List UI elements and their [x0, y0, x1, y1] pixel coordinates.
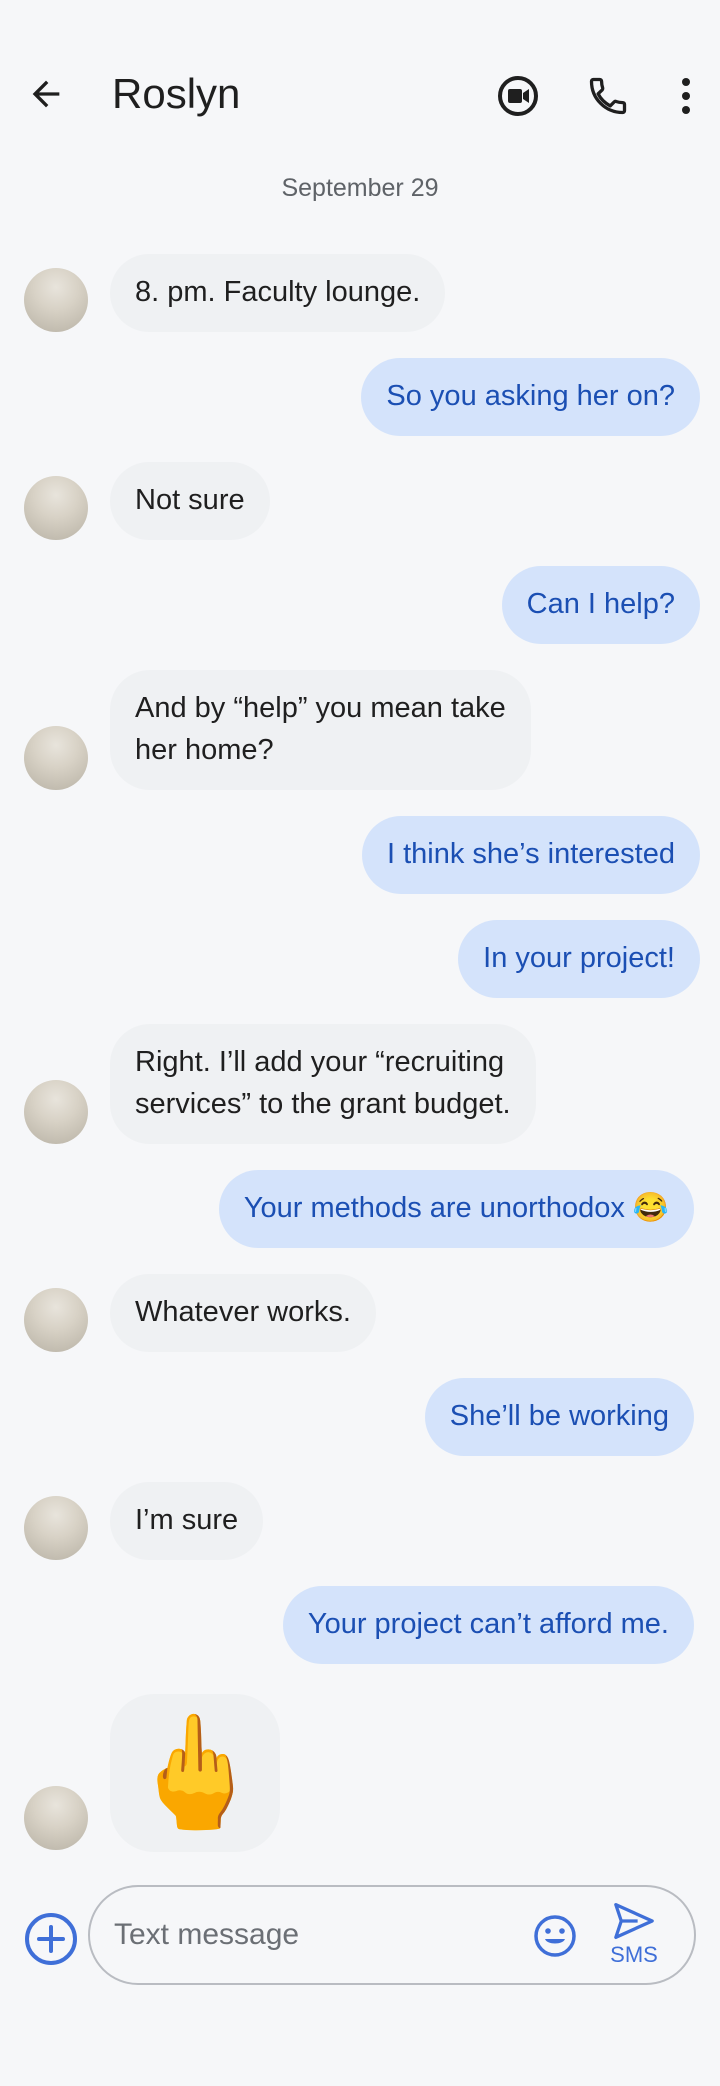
- contact-avatar[interactable]: [24, 1080, 88, 1144]
- message-input[interactable]: Text message: [114, 1915, 299, 1955]
- message-bubble-outgoing[interactable]: She’ll be working: [424, 1378, 694, 1456]
- send-button[interactable]: SMS: [604, 1901, 664, 1973]
- message-bubble-incoming[interactable]: Not sure: [110, 462, 270, 540]
- video-call-icon: [498, 76, 538, 116]
- contact-avatar[interactable]: [24, 268, 88, 332]
- contact-avatar[interactable]: [24, 1786, 88, 1850]
- message-line: And by “help” you mean take: [135, 692, 506, 724]
- emoji-button[interactable]: [532, 1913, 578, 1959]
- message-bubble-outgoing[interactable]: Your methods are unorthodox 😂: [218, 1170, 694, 1248]
- contact-avatar[interactable]: [24, 476, 88, 540]
- message-bubble-outgoing[interactable]: Can I help?: [501, 566, 700, 644]
- emoji-message: 🖕: [126, 1711, 264, 1834]
- message-bubble-incoming[interactable]: Whatever works.: [110, 1274, 376, 1352]
- contact-avatar[interactable]: [24, 1496, 88, 1560]
- attach-button[interactable]: [22, 1910, 80, 1968]
- contact-name[interactable]: Roslyn: [112, 68, 240, 120]
- app-bar: Roslyn: [0, 0, 720, 190]
- more-options-button[interactable]: [658, 68, 714, 124]
- more-vert-icon: [682, 78, 690, 114]
- arrow-back-icon: [32, 80, 60, 108]
- emoji-icon: [534, 1915, 576, 1957]
- message-input-box[interactable]: Text message SMS: [88, 1885, 696, 1985]
- video-call-button[interactable]: [490, 68, 546, 124]
- back-button[interactable]: [20, 68, 72, 120]
- date-separator: September 29: [281, 174, 439, 202]
- voice-call-button[interactable]: [580, 68, 636, 124]
- message-bubble-incoming-emoji[interactable]: 🖕: [110, 1694, 280, 1852]
- message-bubble-outgoing[interactable]: In your project!: [458, 920, 700, 998]
- phone-icon: [589, 77, 627, 115]
- contact-avatar[interactable]: [24, 1288, 88, 1352]
- message-bubble-incoming[interactable]: 8. pm. Faculty lounge.: [110, 254, 446, 332]
- message-line: services” to the grant budget.: [135, 1088, 511, 1120]
- contact-avatar[interactable]: [24, 726, 88, 790]
- message-bubble-incoming[interactable]: Right. I’ll add your “recruiting service…: [110, 1024, 536, 1144]
- message-bubble-outgoing[interactable]: I think she’s interested: [361, 816, 700, 894]
- message-bubble-incoming[interactable]: I’m sure: [110, 1482, 264, 1560]
- add-circle-icon: [25, 1913, 77, 1965]
- message-bubble-incoming[interactable]: And by “help” you mean take her home?: [110, 670, 531, 790]
- message-line: Right. I’ll add your “recruiting: [135, 1046, 505, 1078]
- send-icon: [614, 1903, 654, 1939]
- message-line: her home?: [135, 734, 274, 766]
- message-bubble-outgoing[interactable]: Your project can’t afford me.: [282, 1586, 694, 1664]
- send-button-label: SMS: [610, 1942, 658, 1967]
- message-bubble-outgoing[interactable]: So you asking her on?: [361, 358, 700, 436]
